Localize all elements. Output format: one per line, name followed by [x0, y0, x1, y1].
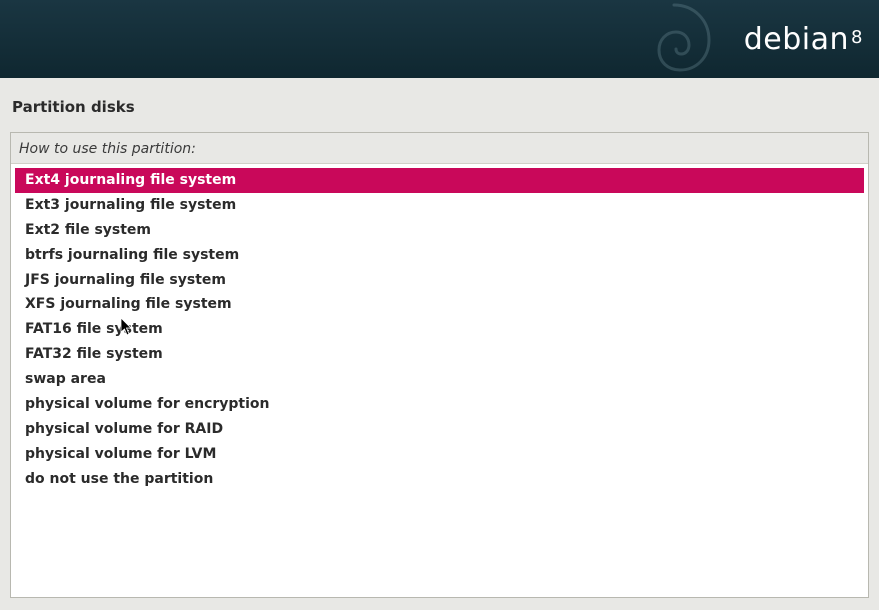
list-item[interactable]: FAT32 file system [15, 342, 864, 367]
prompt-label: How to use this partition: [11, 133, 868, 164]
list-item[interactable]: swap area [15, 367, 864, 392]
list-item[interactable]: Ext2 file system [15, 218, 864, 243]
list-item[interactable]: Ext3 journaling file system [15, 193, 864, 218]
list-item[interactable]: do not use the partition [15, 467, 864, 492]
brand-name: debian [744, 22, 849, 57]
filesystem-list[interactable]: Ext4 journaling file systemExt3 journali… [15, 168, 864, 593]
list-item[interactable]: physical volume for LVM [15, 442, 864, 467]
content-area: Partition disks How to use this partitio… [0, 78, 879, 608]
header-banner: debian8 [0, 0, 879, 78]
list-item[interactable]: physical volume for RAID [15, 417, 864, 442]
list-item[interactable]: Ext4 journaling file system [15, 168, 864, 193]
options-panel: How to use this partition: Ext4 journali… [10, 132, 869, 598]
brand-version: 8 [851, 27, 863, 48]
brand-logo: debian8 [744, 22, 863, 57]
list-item[interactable]: XFS journaling file system [15, 292, 864, 317]
list-item[interactable]: physical volume for encryption [15, 392, 864, 417]
list-item[interactable]: FAT16 file system [15, 317, 864, 342]
page-title: Partition disks [10, 88, 869, 132]
list-item[interactable]: btrfs journaling file system [15, 243, 864, 268]
list-item[interactable]: JFS journaling file system [15, 268, 864, 293]
debian-swirl-icon [614, 0, 734, 78]
